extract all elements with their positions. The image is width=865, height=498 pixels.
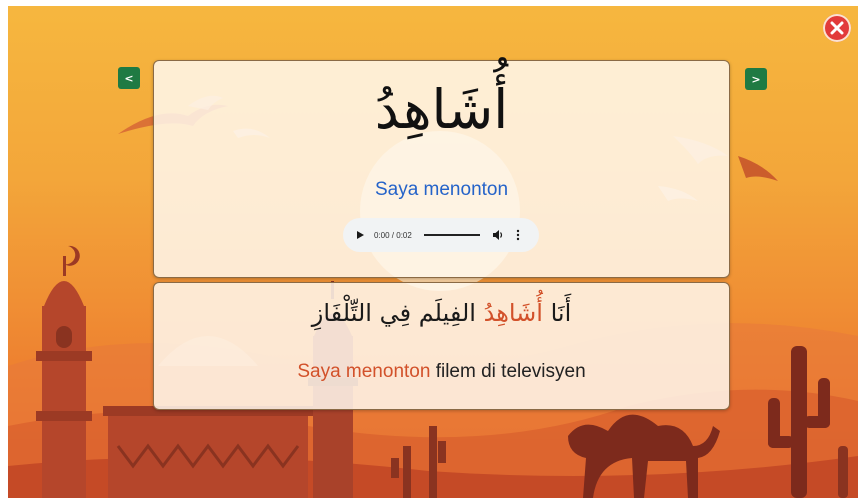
close-button[interactable] <box>823 14 851 42</box>
play-icon[interactable] <box>357 231 364 239</box>
volume-icon[interactable] <box>492 229 504 241</box>
sentence-card: أَنَا أُشَاهِدُ الفِيلَم فِي التِّلْفَاز… <box>153 282 730 410</box>
malay-sentence: Saya menonton filem di televisyen <box>154 361 729 383</box>
malay-sentence-rest: filem di televisyen <box>430 361 586 382</box>
word-translation: Saya menonton <box>374 179 509 200</box>
audio-time: 0:00 / 0:02 <box>374 230 412 240</box>
audio-progress-bar[interactable] <box>423 234 480 236</box>
close-icon <box>830 21 844 35</box>
next-button[interactable]: > <box>745 68 767 90</box>
arabic-sentence: أَنَا أُشَاهِدُ الفِيلَم فِي التِّلْفَاز… <box>154 297 729 331</box>
arabic-sentence-highlight: أُشَاهِدُ <box>483 299 543 327</box>
malay-sentence-highlight: Saya menonton <box>297 361 431 382</box>
word-card: أُشَاهِدُ Saya menonton 0:00 / 0:02 <box>153 60 730 278</box>
previous-button[interactable]: < <box>118 67 140 89</box>
audio-player[interactable]: 0:00 / 0:02 <box>343 218 539 252</box>
lesson-stage: < > أُشَاهِدُ Saya menonton 0:00 / 0:02 … <box>8 6 858 498</box>
arabic-word: أُشَاهِدُ <box>374 78 509 141</box>
arabic-sentence-start: أَنَا <box>542 299 572 327</box>
arabic-sentence-end: الفِيلَم فِي التِّلْفَازِ <box>311 299 484 327</box>
more-options-icon[interactable] <box>516 229 520 241</box>
